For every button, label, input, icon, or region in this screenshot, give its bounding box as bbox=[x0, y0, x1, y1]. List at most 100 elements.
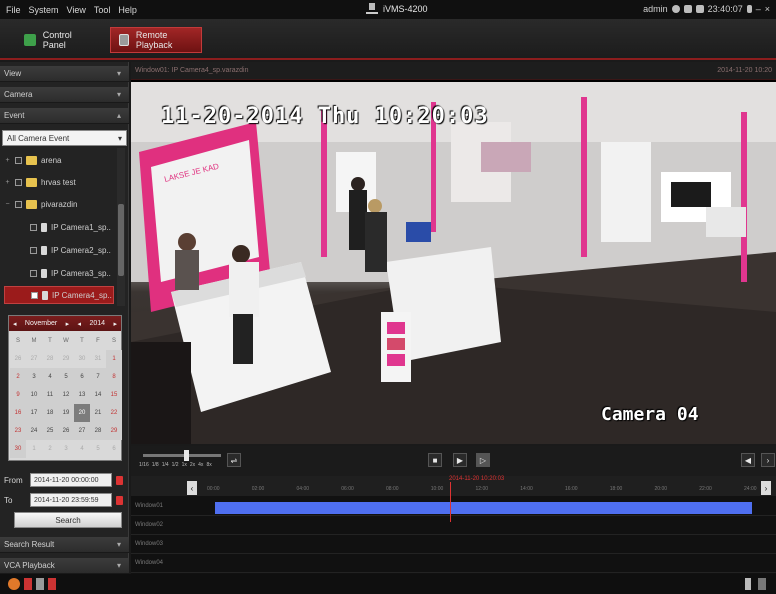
calendar-day[interactable]: 17 bbox=[26, 404, 42, 422]
search-button[interactable]: Search bbox=[14, 512, 122, 528]
next-month-icon[interactable]: ▸ bbox=[66, 320, 70, 328]
track-window01[interactable]: Window01 bbox=[131, 498, 776, 516]
tree-scrollbar[interactable] bbox=[117, 148, 125, 306]
to-field[interactable]: 2014-11-20 23:59:59 bbox=[30, 493, 112, 507]
minimize-icon[interactable]: – bbox=[756, 4, 761, 14]
calendar-day[interactable]: 4 bbox=[42, 368, 58, 386]
checkbox[interactable] bbox=[15, 156, 22, 164]
calendar-day[interactable]: 2 bbox=[10, 368, 26, 386]
calendar-day[interactable]: 2 bbox=[42, 440, 58, 458]
calendar-day[interactable]: 19 bbox=[58, 404, 74, 422]
calendar-day[interactable]: 14 bbox=[90, 386, 106, 404]
calendar-day[interactable]: 10 bbox=[26, 386, 42, 404]
menu-file[interactable]: File bbox=[6, 5, 21, 15]
monitor-icon[interactable] bbox=[695, 5, 704, 13]
calendar-day[interactable]: 5 bbox=[58, 368, 74, 386]
calendar-day[interactable]: 22 bbox=[106, 404, 122, 422]
notice-icon[interactable] bbox=[48, 578, 56, 590]
checkbox[interactable] bbox=[15, 178, 22, 186]
tree-node-camera-4[interactable]: IP Camera4_sp.. bbox=[4, 286, 114, 304]
play-icon[interactable]: ▶ bbox=[453, 453, 467, 467]
calendar-day[interactable]: 26 bbox=[58, 422, 74, 440]
calendar-day[interactable]: 15 bbox=[106, 386, 122, 404]
expand-icon[interactable]: + bbox=[4, 157, 11, 164]
timeline-prev-icon[interactable]: ‹ bbox=[187, 481, 197, 495]
prev-month-icon[interactable]: ◂ bbox=[13, 320, 17, 328]
calendar-day[interactable]: 29 bbox=[106, 422, 122, 440]
calendar-day[interactable]: 9 bbox=[10, 386, 26, 404]
timeline-next-icon[interactable]: › bbox=[761, 481, 771, 495]
checkbox[interactable] bbox=[31, 291, 38, 299]
tree-node-hrvas-test[interactable]: + hrvas test bbox=[4, 173, 76, 191]
checkbox[interactable] bbox=[30, 246, 37, 254]
calendar-day[interactable]: 11 bbox=[42, 386, 58, 404]
tree-node-camera-1[interactable]: IP Camera1_sp.. bbox=[30, 218, 111, 236]
calendar-day[interactable]: 31 bbox=[90, 350, 106, 368]
log-icon[interactable] bbox=[36, 578, 44, 590]
calendar-day[interactable]: 23 bbox=[10, 422, 26, 440]
calendar-day[interactable]: 29 bbox=[58, 350, 74, 368]
calendar-day[interactable]: 16 bbox=[10, 404, 26, 422]
calendar-day[interactable]: 1 bbox=[106, 350, 122, 368]
keyboard-icon[interactable] bbox=[683, 5, 692, 13]
tree-node-camera-2[interactable]: IP Camera2_sp.. bbox=[30, 241, 111, 259]
checkbox[interactable] bbox=[30, 269, 37, 277]
calendar-day[interactable]: 18 bbox=[42, 404, 58, 422]
calendar-day[interactable]: 6 bbox=[74, 368, 90, 386]
time-ruler[interactable]: 2014-11-20 10:20:03 ‹ › 00:00 02:00 04:00 0… bbox=[131, 476, 776, 496]
expand-icon[interactable]: + bbox=[4, 179, 11, 186]
calendar-day[interactable]: 3 bbox=[26, 368, 42, 386]
expand-icon[interactable] bbox=[758, 578, 766, 590]
section-view[interactable]: View ▾ bbox=[0, 66, 129, 82]
expand-panel-icon[interactable]: › bbox=[761, 453, 775, 467]
menu-system[interactable]: System bbox=[29, 5, 59, 15]
alarm-icon[interactable] bbox=[8, 578, 20, 590]
from-field[interactable]: 2014-11-20 00:00:00 bbox=[30, 473, 112, 487]
section-camera[interactable]: Camera ▾ bbox=[0, 87, 129, 103]
speed-slider-handle[interactable] bbox=[183, 450, 189, 461]
menu-help[interactable]: Help bbox=[118, 5, 137, 15]
calendar-day[interactable]: 30 bbox=[74, 350, 90, 368]
calendar-day[interactable]: 7 bbox=[90, 368, 106, 386]
speed-slider[interactable] bbox=[143, 454, 221, 457]
track-window03[interactable]: Window03 bbox=[131, 536, 776, 554]
pin-icon[interactable] bbox=[746, 5, 752, 13]
single-frame-icon[interactable]: ▷ bbox=[476, 453, 490, 467]
calendar-day[interactable]: 30 bbox=[10, 440, 26, 458]
calendar-day[interactable]: 3 bbox=[58, 440, 74, 458]
close-icon[interactable]: × bbox=[765, 4, 770, 14]
event-icon[interactable] bbox=[24, 578, 32, 590]
menu-tool[interactable]: Tool bbox=[94, 5, 111, 15]
playhead-cursor[interactable] bbox=[450, 482, 451, 522]
section-event[interactable]: Event ▴ bbox=[0, 108, 129, 124]
next-year-icon[interactable]: ▸ bbox=[113, 320, 117, 328]
prev-year-icon[interactable]: ◂ bbox=[78, 320, 82, 328]
calendar-day[interactable]: 21 bbox=[90, 404, 106, 422]
tree-node-camera-3[interactable]: IP Camera3_sp.. bbox=[30, 264, 111, 282]
calendar-icon[interactable] bbox=[116, 475, 123, 485]
video-frame[interactable]: LAKSE JE KAD 11-20-2014 Thu 10:20:03 Cam… bbox=[131, 82, 776, 444]
calendar-day[interactable]: 5 bbox=[90, 440, 106, 458]
stop-icon[interactable]: ■ bbox=[428, 453, 442, 467]
frame-step-icon[interactable]: ⇌ bbox=[227, 453, 241, 467]
tree-node-arena[interactable]: + arena bbox=[4, 151, 61, 169]
volume-icon[interactable]: ◀ bbox=[741, 453, 755, 467]
calendar-icon[interactable] bbox=[116, 495, 123, 505]
menu-view[interactable]: View bbox=[67, 5, 86, 15]
calendar-day[interactable]: 28 bbox=[42, 350, 58, 368]
calendar-day[interactable]: 6 bbox=[106, 440, 122, 458]
calendar-day[interactable]: 26 bbox=[10, 350, 26, 368]
track-window02[interactable]: Window02 bbox=[131, 517, 776, 535]
tab-remote-playback[interactable]: Remote Playback bbox=[110, 27, 202, 53]
calendar-day[interactable]: 27 bbox=[26, 350, 42, 368]
collapse-icon[interactable]: − bbox=[4, 201, 11, 208]
calendar-day[interactable]: 4 bbox=[74, 440, 90, 458]
calendar-day[interactable]: 13 bbox=[74, 386, 90, 404]
tab-control-panel[interactable]: Control Panel bbox=[16, 27, 106, 53]
calendar-day[interactable]: 25 bbox=[42, 422, 58, 440]
event-filter-select[interactable]: All Camera Event ▾ bbox=[2, 130, 127, 146]
calendar-day[interactable]: 24 bbox=[26, 422, 42, 440]
pin-icon[interactable] bbox=[745, 578, 751, 590]
section-search-result[interactable]: Search Result ▾ bbox=[0, 537, 129, 553]
checkbox[interactable] bbox=[15, 200, 22, 208]
